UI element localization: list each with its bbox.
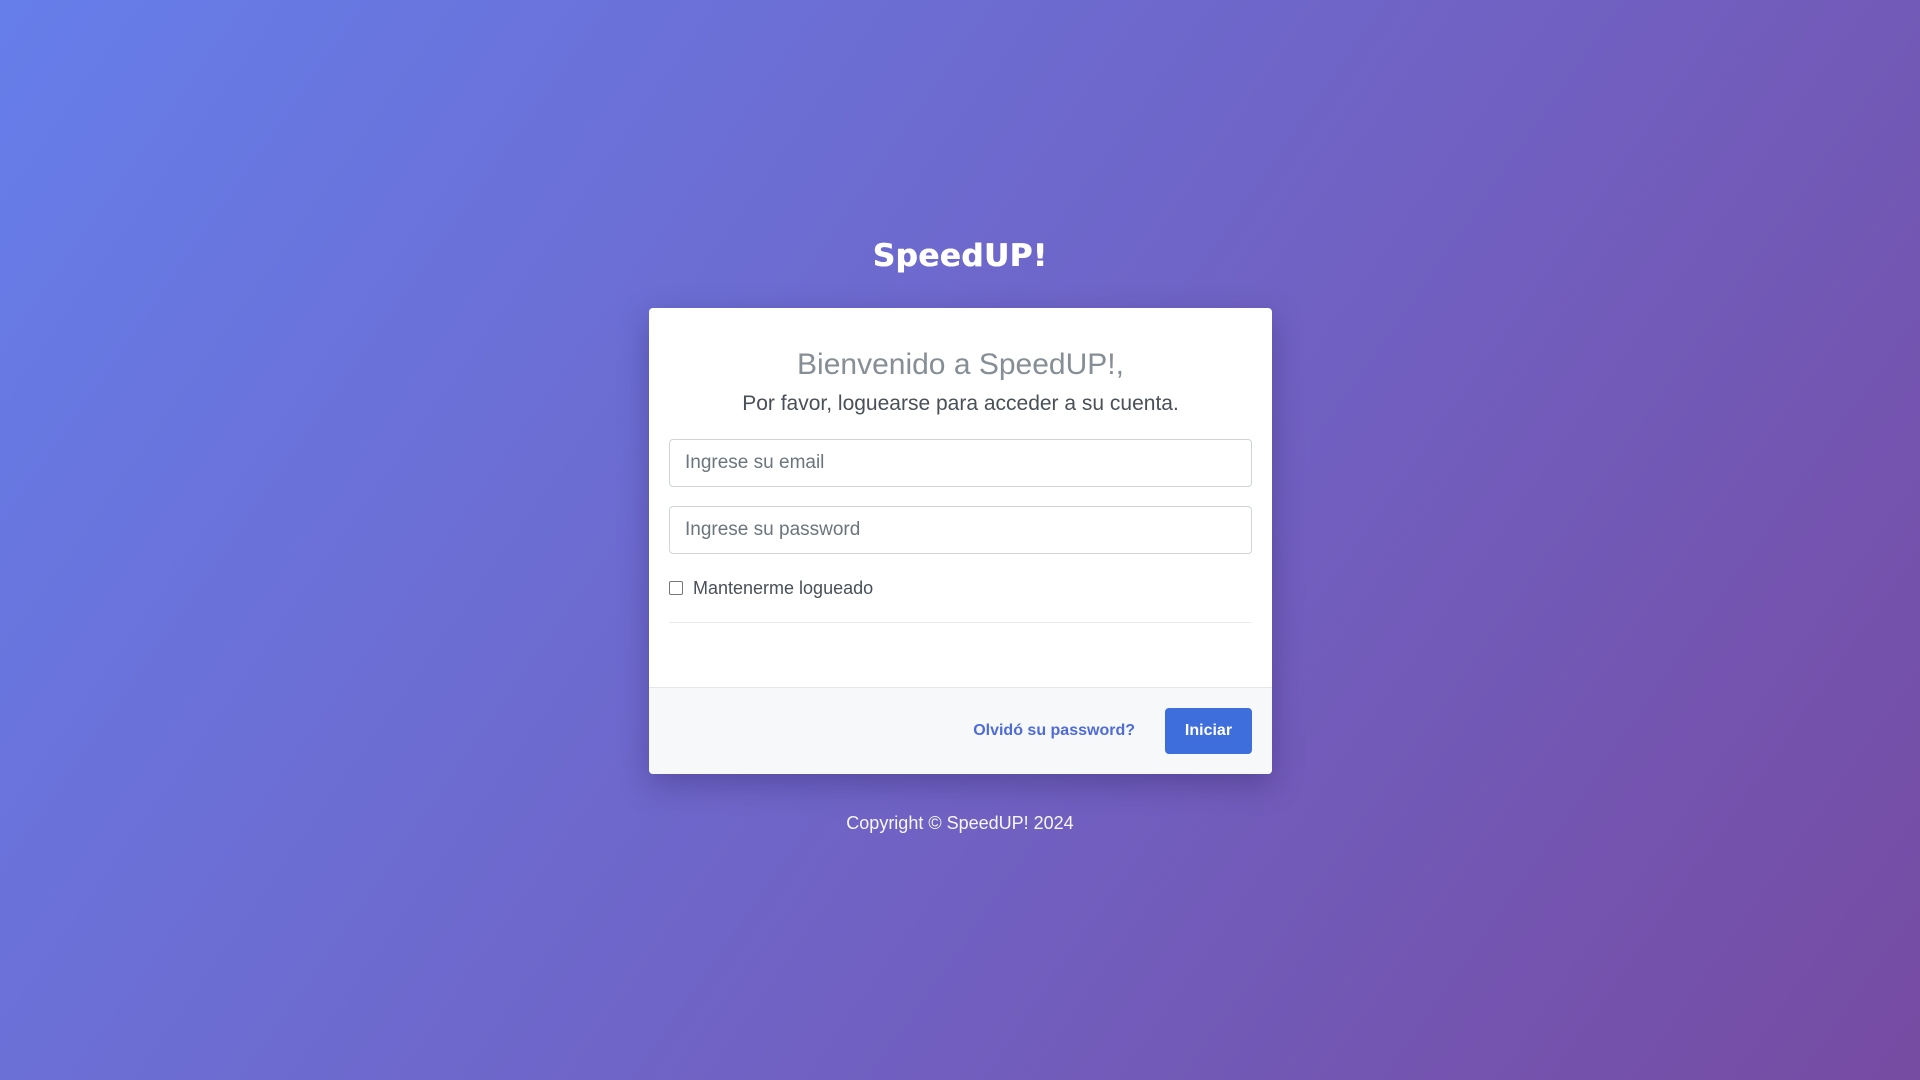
remember-me-label[interactable]: Mantenerme logueado	[693, 576, 873, 600]
login-card-footer: Olvidó su password? Iniciar	[649, 687, 1272, 774]
form-divider	[669, 622, 1252, 623]
welcome-subtitle: Por favor, loguearse para acceder a su c…	[742, 392, 1179, 415]
remember-me-checkbox[interactable]	[669, 581, 683, 595]
login-button[interactable]: Iniciar	[1165, 708, 1252, 754]
brand-logo: SpeedUP!	[872, 238, 1048, 274]
remember-me-row[interactable]: Mantenerme logueado	[669, 576, 873, 600]
login-card: Bienvenido a SpeedUP!, Por favor, loguea…	[649, 308, 1272, 774]
forgot-password-link[interactable]: Olvidó su password?	[973, 720, 1135, 742]
password-input[interactable]	[669, 506, 1252, 554]
email-input[interactable]	[669, 439, 1252, 487]
login-card-body: Bienvenido a SpeedUP!, Por favor, loguea…	[649, 308, 1272, 687]
copyright-text: Copyright © SpeedUP! 2024	[846, 813, 1074, 833]
